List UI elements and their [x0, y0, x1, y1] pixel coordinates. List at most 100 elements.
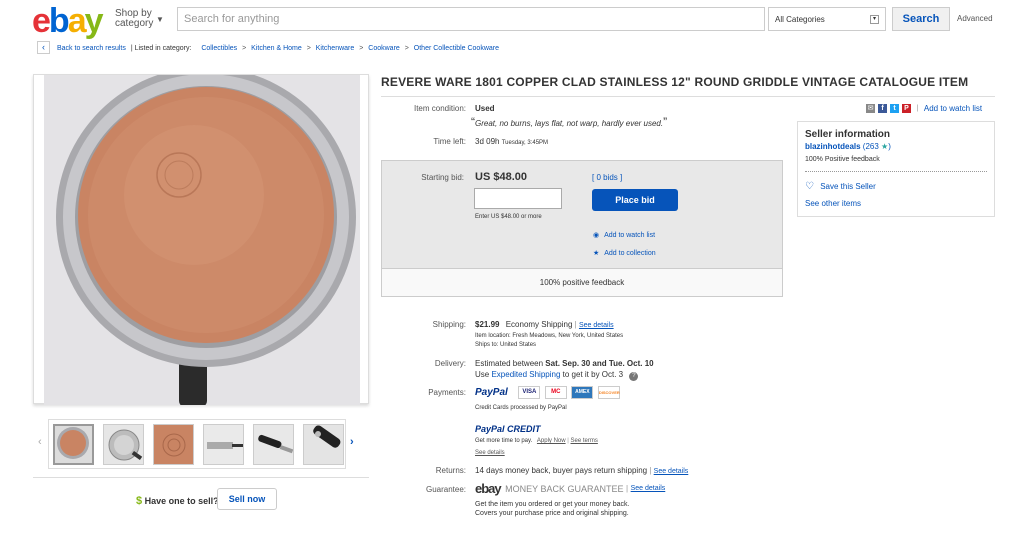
- seller-heading: Seller information: [805, 129, 891, 140]
- paypal-credit-logo: PayPal CREDIT: [475, 424, 541, 434]
- time-left-value: 3d 09h: [475, 137, 500, 146]
- thumbnail-5[interactable]: [253, 424, 294, 465]
- payment-icons: PayPal VISA MC AMEX DISCOVER: [475, 386, 622, 399]
- bids-count-link[interactable]: [ 0 bids ]: [592, 173, 622, 182]
- delivery-estimate: Estimated between Sat. Sep. 30 and Tue. …: [475, 359, 654, 368]
- save-seller-link[interactable]: Save this Seller: [820, 182, 876, 191]
- thumbnail-1[interactable]: [53, 424, 94, 465]
- crumb-collectibles[interactable]: Collectibles: [201, 45, 237, 52]
- thumb-stamp: [154, 425, 193, 464]
- thumbnail-4[interactable]: [203, 424, 244, 465]
- divider: [381, 96, 995, 97]
- visa-icon: VISA: [518, 386, 541, 399]
- guarantee-line1: Get the item you ordered or get your mon…: [475, 501, 630, 508]
- breadcrumb: Back to search results | Listed in categ…: [57, 45, 499, 52]
- see-terms-link[interactable]: See terms: [571, 438, 598, 444]
- returns-value: 14 days money back, buyer pays return sh…: [475, 466, 648, 475]
- pinterest-icon[interactable]: P: [902, 104, 911, 114]
- advanced-search-link[interactable]: Advanced: [957, 14, 993, 23]
- eye-icon: ◉: [593, 232, 600, 239]
- ships-to: Ships to: United States: [475, 342, 537, 348]
- delivery-prefix: Estimated between: [475, 359, 544, 368]
- thumbnail-strip: [48, 419, 346, 469]
- apply-now-link[interactable]: Apply Now: [537, 438, 566, 444]
- crumb-separator: >: [306, 45, 311, 52]
- griddle-illustration: [44, 75, 360, 405]
- thumbnail-3[interactable]: [153, 424, 194, 465]
- crumb-kitchen-home[interactable]: Kitchen & Home: [251, 45, 302, 52]
- seller-name-link[interactable]: blazinhotdeals: [805, 142, 861, 151]
- header-watch-list-link[interactable]: Add to watch list: [924, 104, 982, 113]
- bid-box-top: Starting bid: US $48.00 [ 0 bids ] Enter…: [382, 161, 782, 268]
- save-seller[interactable]: ♡ Save this Seller: [805, 181, 876, 192]
- add-to-collection-link[interactable]: Add to collection: [604, 250, 655, 257]
- starting-bid-label: Starting bid:: [421, 173, 464, 182]
- add-to-watch-list[interactable]: ◉ Add to watch list: [593, 231, 655, 239]
- search-button[interactable]: Search: [892, 7, 950, 31]
- crumb-kitchenware[interactable]: Kitchenware: [316, 45, 355, 52]
- shipping-details-link[interactable]: See details: [579, 322, 614, 329]
- share-bar: ✉ f t P | Add to watch list: [866, 103, 982, 114]
- add-to-watch-list-link[interactable]: Add to watch list: [604, 232, 655, 239]
- guarantee-details-link[interactable]: See details: [631, 485, 666, 492]
- back-to-search-link[interactable]: Back to search results: [57, 45, 126, 52]
- search-placeholder: Search for anything: [184, 13, 280, 25]
- gallery-prev-arrow[interactable]: ‹: [38, 436, 42, 448]
- separator: |: [574, 320, 577, 329]
- time-left-end: Tuesday, 3:45PM: [501, 140, 549, 146]
- shop-by-category-button[interactable]: Shop by category ▼: [115, 9, 164, 29]
- back-arrow-icon[interactable]: ‹: [37, 41, 50, 54]
- crumb-separator: >: [359, 45, 364, 52]
- category-label: category: [115, 18, 154, 29]
- shipping-cost: $21.99: [475, 320, 500, 329]
- crumb-cookware[interactable]: Cookware: [368, 45, 400, 52]
- paypal-see-details-link[interactable]: See details: [475, 450, 505, 456]
- guarantee-row: ebay MONEY BACK GUARANTEE | See details: [475, 481, 665, 496]
- add-to-collection[interactable]: ★ Add to collection: [593, 249, 656, 257]
- condition-value: Used: [475, 104, 495, 113]
- delivery-label: Delivery:: [434, 359, 466, 368]
- returns-label: Returns:: [435, 466, 466, 475]
- starting-bid-value: US $48.00: [475, 171, 527, 183]
- dollar-icon: $: [136, 495, 143, 507]
- email-icon[interactable]: ✉: [866, 104, 875, 114]
- returns-details-link[interactable]: See details: [654, 468, 689, 475]
- info-icon[interactable]: ?: [629, 372, 639, 381]
- sell-now-button[interactable]: Sell now: [217, 488, 277, 510]
- thumbnail-2[interactable]: [103, 424, 144, 465]
- category-select[interactable]: All Categories ▾: [768, 7, 886, 31]
- crumb-other-cookware[interactable]: Other Collectible Cookware: [414, 45, 499, 52]
- cards-note: Credit Cards processed by PayPal: [475, 405, 567, 411]
- star-icon: ★: [593, 250, 600, 257]
- paypal-logo: PayPal: [475, 387, 508, 398]
- thumb-handle: [254, 425, 293, 464]
- expedited-row: Use Expedited Shipping to get it by Oct.…: [475, 370, 639, 381]
- divider: [33, 477, 369, 478]
- bid-amount-input[interactable]: [474, 188, 562, 209]
- expedited-shipping-link[interactable]: Expedited Shipping: [491, 370, 560, 379]
- place-bid-button[interactable]: Place bid: [592, 189, 678, 211]
- thumbnail-6[interactable]: [303, 424, 344, 465]
- facebook-icon[interactable]: f: [878, 104, 887, 114]
- see-other-items-link[interactable]: See other items: [805, 199, 861, 208]
- bid-box: Starting bid: US $48.00 [ 0 bids ] Enter…: [381, 160, 783, 297]
- have-one-to-sell: $ Have one to sell?: [136, 495, 219, 507]
- listed-in-label: | Listed in category:: [130, 45, 192, 52]
- delivery-dates: Sat. Sep. 30 and Tue. Oct. 10: [545, 359, 654, 368]
- condition-note-text: Great, no burns, lays flat, not warp, ha…: [475, 119, 664, 128]
- search-input[interactable]: Search for anything: [177, 7, 765, 31]
- money-back-guarantee: MONEY BACK GUARANTEE: [505, 483, 624, 494]
- twitter-icon[interactable]: t: [890, 104, 899, 114]
- discover-icon: DISCOVER: [597, 386, 620, 399]
- shipping-label: Shipping:: [432, 320, 466, 329]
- divider: [805, 171, 987, 172]
- dropdown-arrow-icon: ▾: [870, 15, 879, 24]
- amex-icon: AMEX: [571, 386, 594, 399]
- gallery-next-arrow[interactable]: ›: [350, 436, 354, 448]
- thumb-side-view: [204, 425, 243, 464]
- seller-score-link[interactable]: (263: [863, 142, 879, 151]
- ebay-logo[interactable]: ebay: [32, 3, 104, 39]
- griddle-photo: [44, 75, 360, 405]
- main-product-image[interactable]: [33, 74, 369, 405]
- mastercard-icon: MC: [544, 386, 567, 399]
